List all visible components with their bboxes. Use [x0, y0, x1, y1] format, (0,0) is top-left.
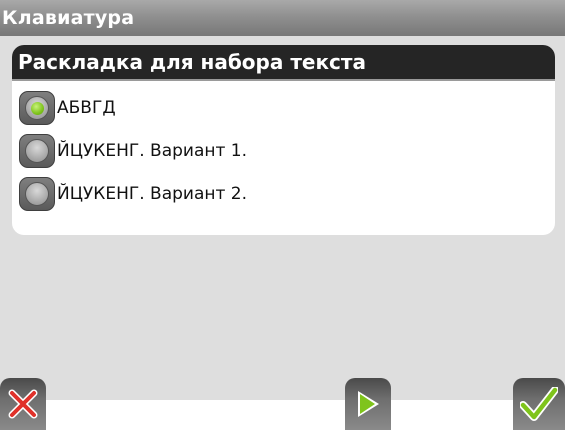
play-next-icon: [358, 391, 379, 417]
radio-button[interactable]: [19, 134, 55, 168]
radio-selected-dot: [30, 101, 44, 115]
radio-option-variant-2[interactable]: ЙЦУКЕНГ. Вариант 2.: [19, 175, 539, 213]
radio-button[interactable]: [19, 177, 55, 211]
radio-circle: [25, 96, 49, 120]
radio-option-variant-1[interactable]: ЙЦУКЕНГ. Вариант 1.: [19, 132, 539, 170]
next-button[interactable]: [345, 378, 391, 430]
radio-button[interactable]: [19, 91, 55, 125]
ok-button[interactable]: [513, 378, 565, 430]
layout-panel: Раскладка для набора текста АБВГД ЙЦУКЕН…: [12, 45, 555, 235]
panel-header: Раскладка для набора текста: [12, 45, 555, 81]
radio-option-label: ЙЦУКЕНГ. Вариант 2.: [57, 184, 248, 204]
radio-circle: [25, 182, 49, 206]
toolbar-strip: [46, 400, 345, 430]
radio-option-label: ЙЦУКЕНГ. Вариант 1.: [57, 141, 248, 161]
checkmark-icon: [520, 387, 558, 421]
cancel-button[interactable]: [0, 378, 46, 430]
toolbar-strip: [391, 400, 513, 430]
cancel-x-icon: [8, 389, 38, 419]
radio-option-label: АБВГД: [57, 98, 116, 118]
radio-option-abvgd[interactable]: АБВГД: [19, 89, 539, 127]
window-title: Клавиатура: [0, 0, 565, 36]
radio-circle: [25, 139, 49, 163]
